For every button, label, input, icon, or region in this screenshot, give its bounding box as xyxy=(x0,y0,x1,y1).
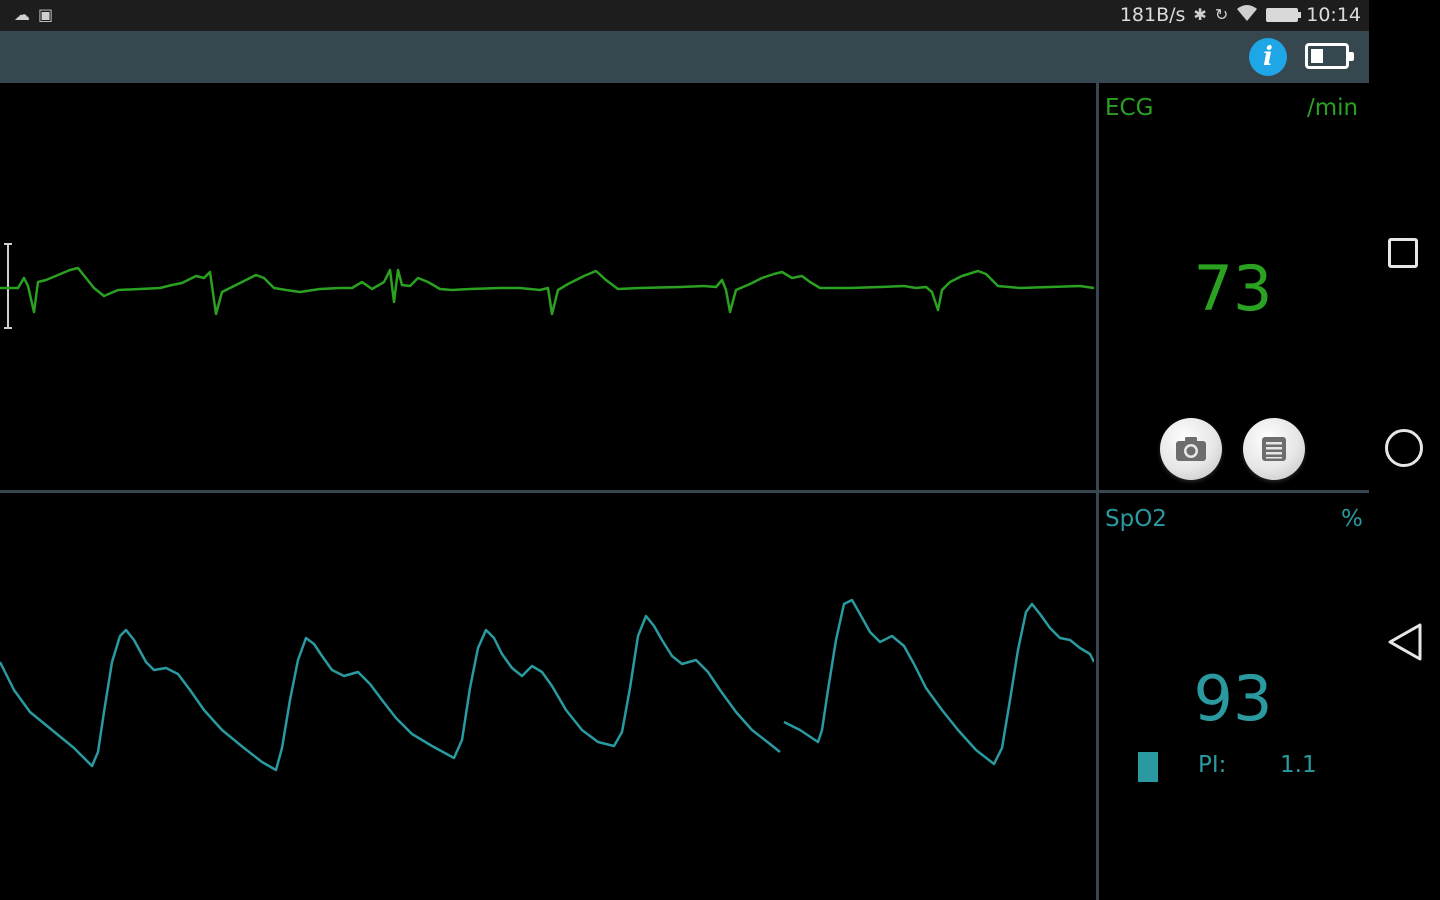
network-speed: 181B/s xyxy=(1119,4,1186,26)
menu-button[interactable] xyxy=(1243,418,1305,480)
spo2-value: 93 xyxy=(1193,662,1273,735)
bluetooth-icon: ✱ xyxy=(1193,5,1207,24)
list-icon xyxy=(1262,437,1286,461)
wifi-icon xyxy=(1236,4,1258,26)
device-battery-icon xyxy=(1305,43,1354,69)
status-bar: ☁ ▣ 181B/s ✱ ↻ 10:14 xyxy=(0,0,1369,31)
status-left-icons: ☁ ▣ xyxy=(14,6,53,24)
camera-icon xyxy=(1176,437,1206,461)
spo2-waveform xyxy=(0,598,1094,772)
snapshot-button[interactable] xyxy=(1160,418,1222,480)
ecg-waveform xyxy=(0,243,1094,329)
ecg-label: ECG xyxy=(1105,95,1154,121)
status-right-icons: 181B/s ✱ ↻ 10:14 xyxy=(1120,4,1361,26)
spo2-unit: % xyxy=(1341,506,1363,532)
info-icon[interactable]: i xyxy=(1249,38,1287,76)
ecg-unit: /min xyxy=(1307,95,1359,121)
battery-status-icon xyxy=(1266,8,1302,22)
recent-apps-icon[interactable] xyxy=(1388,238,1418,268)
back-icon[interactable] xyxy=(1386,622,1424,662)
pi-label: PI: xyxy=(1198,752,1227,778)
horizontal-divider xyxy=(0,490,1369,493)
heart-rate-value: 73 xyxy=(1193,252,1273,325)
clock: 10:14 xyxy=(1306,4,1361,26)
app-toolbar xyxy=(0,31,1369,83)
home-icon[interactable] xyxy=(1385,429,1423,467)
notification-cloud-icon: ☁ xyxy=(14,5,30,24)
notification-app-icon: ▣ xyxy=(38,5,54,24)
spo2-label: SpO2 xyxy=(1105,506,1167,532)
sync-icon: ↻ xyxy=(1214,5,1229,24)
perfusion-bar xyxy=(1138,752,1158,782)
pi-value: 1.1 xyxy=(1280,752,1317,778)
